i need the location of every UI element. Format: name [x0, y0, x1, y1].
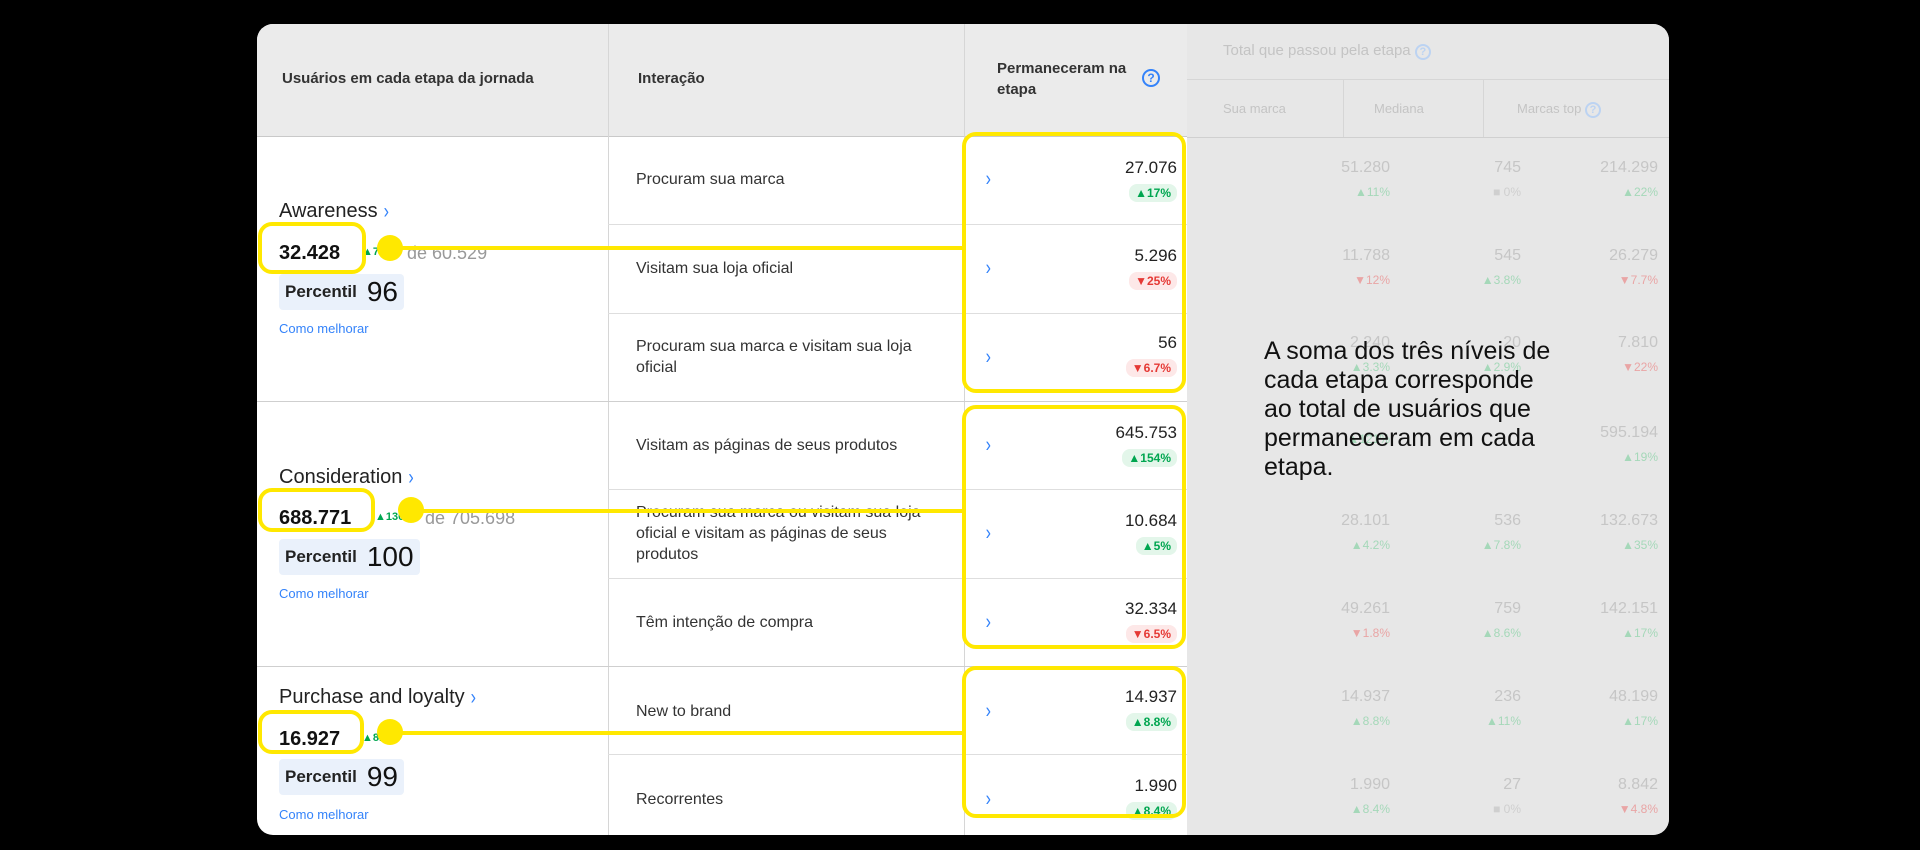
header-stage: Usuários em cada etapa da jornada	[282, 70, 534, 87]
percentil-box: Percentil 100	[279, 539, 420, 575]
median-cell: 236 ▲11%	[1485, 688, 1521, 728]
subheader-median: Mediana	[1374, 101, 1424, 116]
brand-cell: 51.280 ▲11%	[1341, 159, 1390, 199]
connector-line	[390, 246, 963, 250]
brand-cell: 49.261 ▼1.8%	[1341, 600, 1390, 640]
connector-line	[390, 731, 963, 735]
subheader-top: Marcas top ?	[1517, 101, 1601, 118]
divider	[1343, 79, 1344, 137]
header-interaction: Interação	[638, 70, 705, 87]
stage-divider	[257, 401, 1187, 402]
chevron-right-icon: ›	[408, 467, 414, 490]
top-cell: 48.199 ▲17%	[1609, 688, 1658, 728]
divider	[1187, 79, 1669, 80]
highlight-total-purchase	[258, 710, 364, 754]
top-cell: 142.151 ▲17%	[1600, 600, 1658, 640]
top-cell: 132.673 ▲35%	[1600, 512, 1658, 552]
median-cell: 759 ▲8.6%	[1481, 600, 1521, 640]
help-icon[interactable]: ?	[1142, 69, 1160, 87]
subheader-brand: Sua marca	[1223, 101, 1286, 116]
percentil-box: Percentil 99	[279, 759, 404, 795]
help-icon: ?	[1414, 44, 1431, 60]
top-cell: 595.194 ▲19%	[1600, 424, 1658, 464]
chevron-right-icon: ›	[383, 201, 389, 224]
improve-link[interactable]: Como melhorar	[279, 321, 369, 336]
stage-title-consideration[interactable]: Consideration ›	[279, 466, 414, 489]
median-cell: 545 ▲3.8%	[1481, 247, 1521, 287]
median-cell: 536 ▲7.8%	[1481, 512, 1521, 552]
table-header: Usuários em cada etapa da jornada Intera…	[257, 24, 1187, 137]
header-total: Total que passou pela etapa ?	[1223, 42, 1431, 60]
highlight-box-awareness	[962, 132, 1186, 393]
median-cell: 27 ■ 0%	[1493, 776, 1521, 816]
median-cell: 745 ■ 0%	[1493, 159, 1521, 199]
interaction-row[interactable]: Visitam as páginas de seus produtos ›	[636, 424, 991, 466]
top-cell: 214.299 ▲22%	[1600, 159, 1658, 199]
highlight-total-consideration	[258, 488, 375, 532]
percentil-box: Percentil 96	[279, 274, 404, 310]
highlight-box-purchase	[962, 666, 1186, 818]
top-cell: 7.810 ▼22%	[1617, 334, 1658, 374]
divider	[1187, 137, 1669, 138]
chevron-right-icon: ›	[470, 687, 476, 710]
divider	[608, 24, 609, 835]
highlight-total-awareness	[258, 222, 366, 274]
highlight-box-consideration	[962, 405, 1186, 649]
divider	[1483, 79, 1484, 137]
brand-cell: 14.937 ▲8.8%	[1341, 688, 1390, 728]
stage-title-purchase[interactable]: Purchase and loyalty ›	[279, 686, 476, 709]
stage-title-awareness[interactable]: Awareness ›	[279, 200, 389, 223]
improve-link[interactable]: Como melhorar	[279, 807, 369, 822]
connector-line	[410, 509, 963, 513]
help-icon: ?	[1584, 102, 1601, 118]
top-cell: 8.842 ▼4.8%	[1617, 776, 1658, 816]
interaction-row[interactable]: Recorrentes ›	[636, 778, 991, 820]
interaction-row[interactable]: Procuram sua marca e visitam sua loja of…	[636, 336, 991, 378]
brand-cell: 28.101 ▲4.2%	[1341, 512, 1390, 552]
connector-dot	[398, 497, 424, 523]
brand-cell: 11.788 ▼12%	[1342, 247, 1390, 287]
improve-link[interactable]: Como melhorar	[279, 586, 369, 601]
interaction-row[interactable]: Procuram sua marca ›	[636, 158, 991, 200]
header-remained: Permaneceram na etapa	[997, 60, 1127, 98]
top-cell: 26.279 ▼7.7%	[1609, 247, 1658, 287]
connector-dot	[377, 235, 403, 261]
connector-dot	[377, 719, 403, 745]
annotation-text: A soma dos três níveis de cada etapa cor…	[1264, 337, 1551, 481]
brand-cell: 1.990 ▲8.4%	[1349, 776, 1390, 816]
interaction-row[interactable]: New to brand ›	[636, 690, 991, 732]
interaction-row[interactable]: Visitam sua loja oficial ›	[636, 247, 991, 289]
interaction-row[interactable]: Têm intenção de compra ›	[636, 601, 991, 643]
